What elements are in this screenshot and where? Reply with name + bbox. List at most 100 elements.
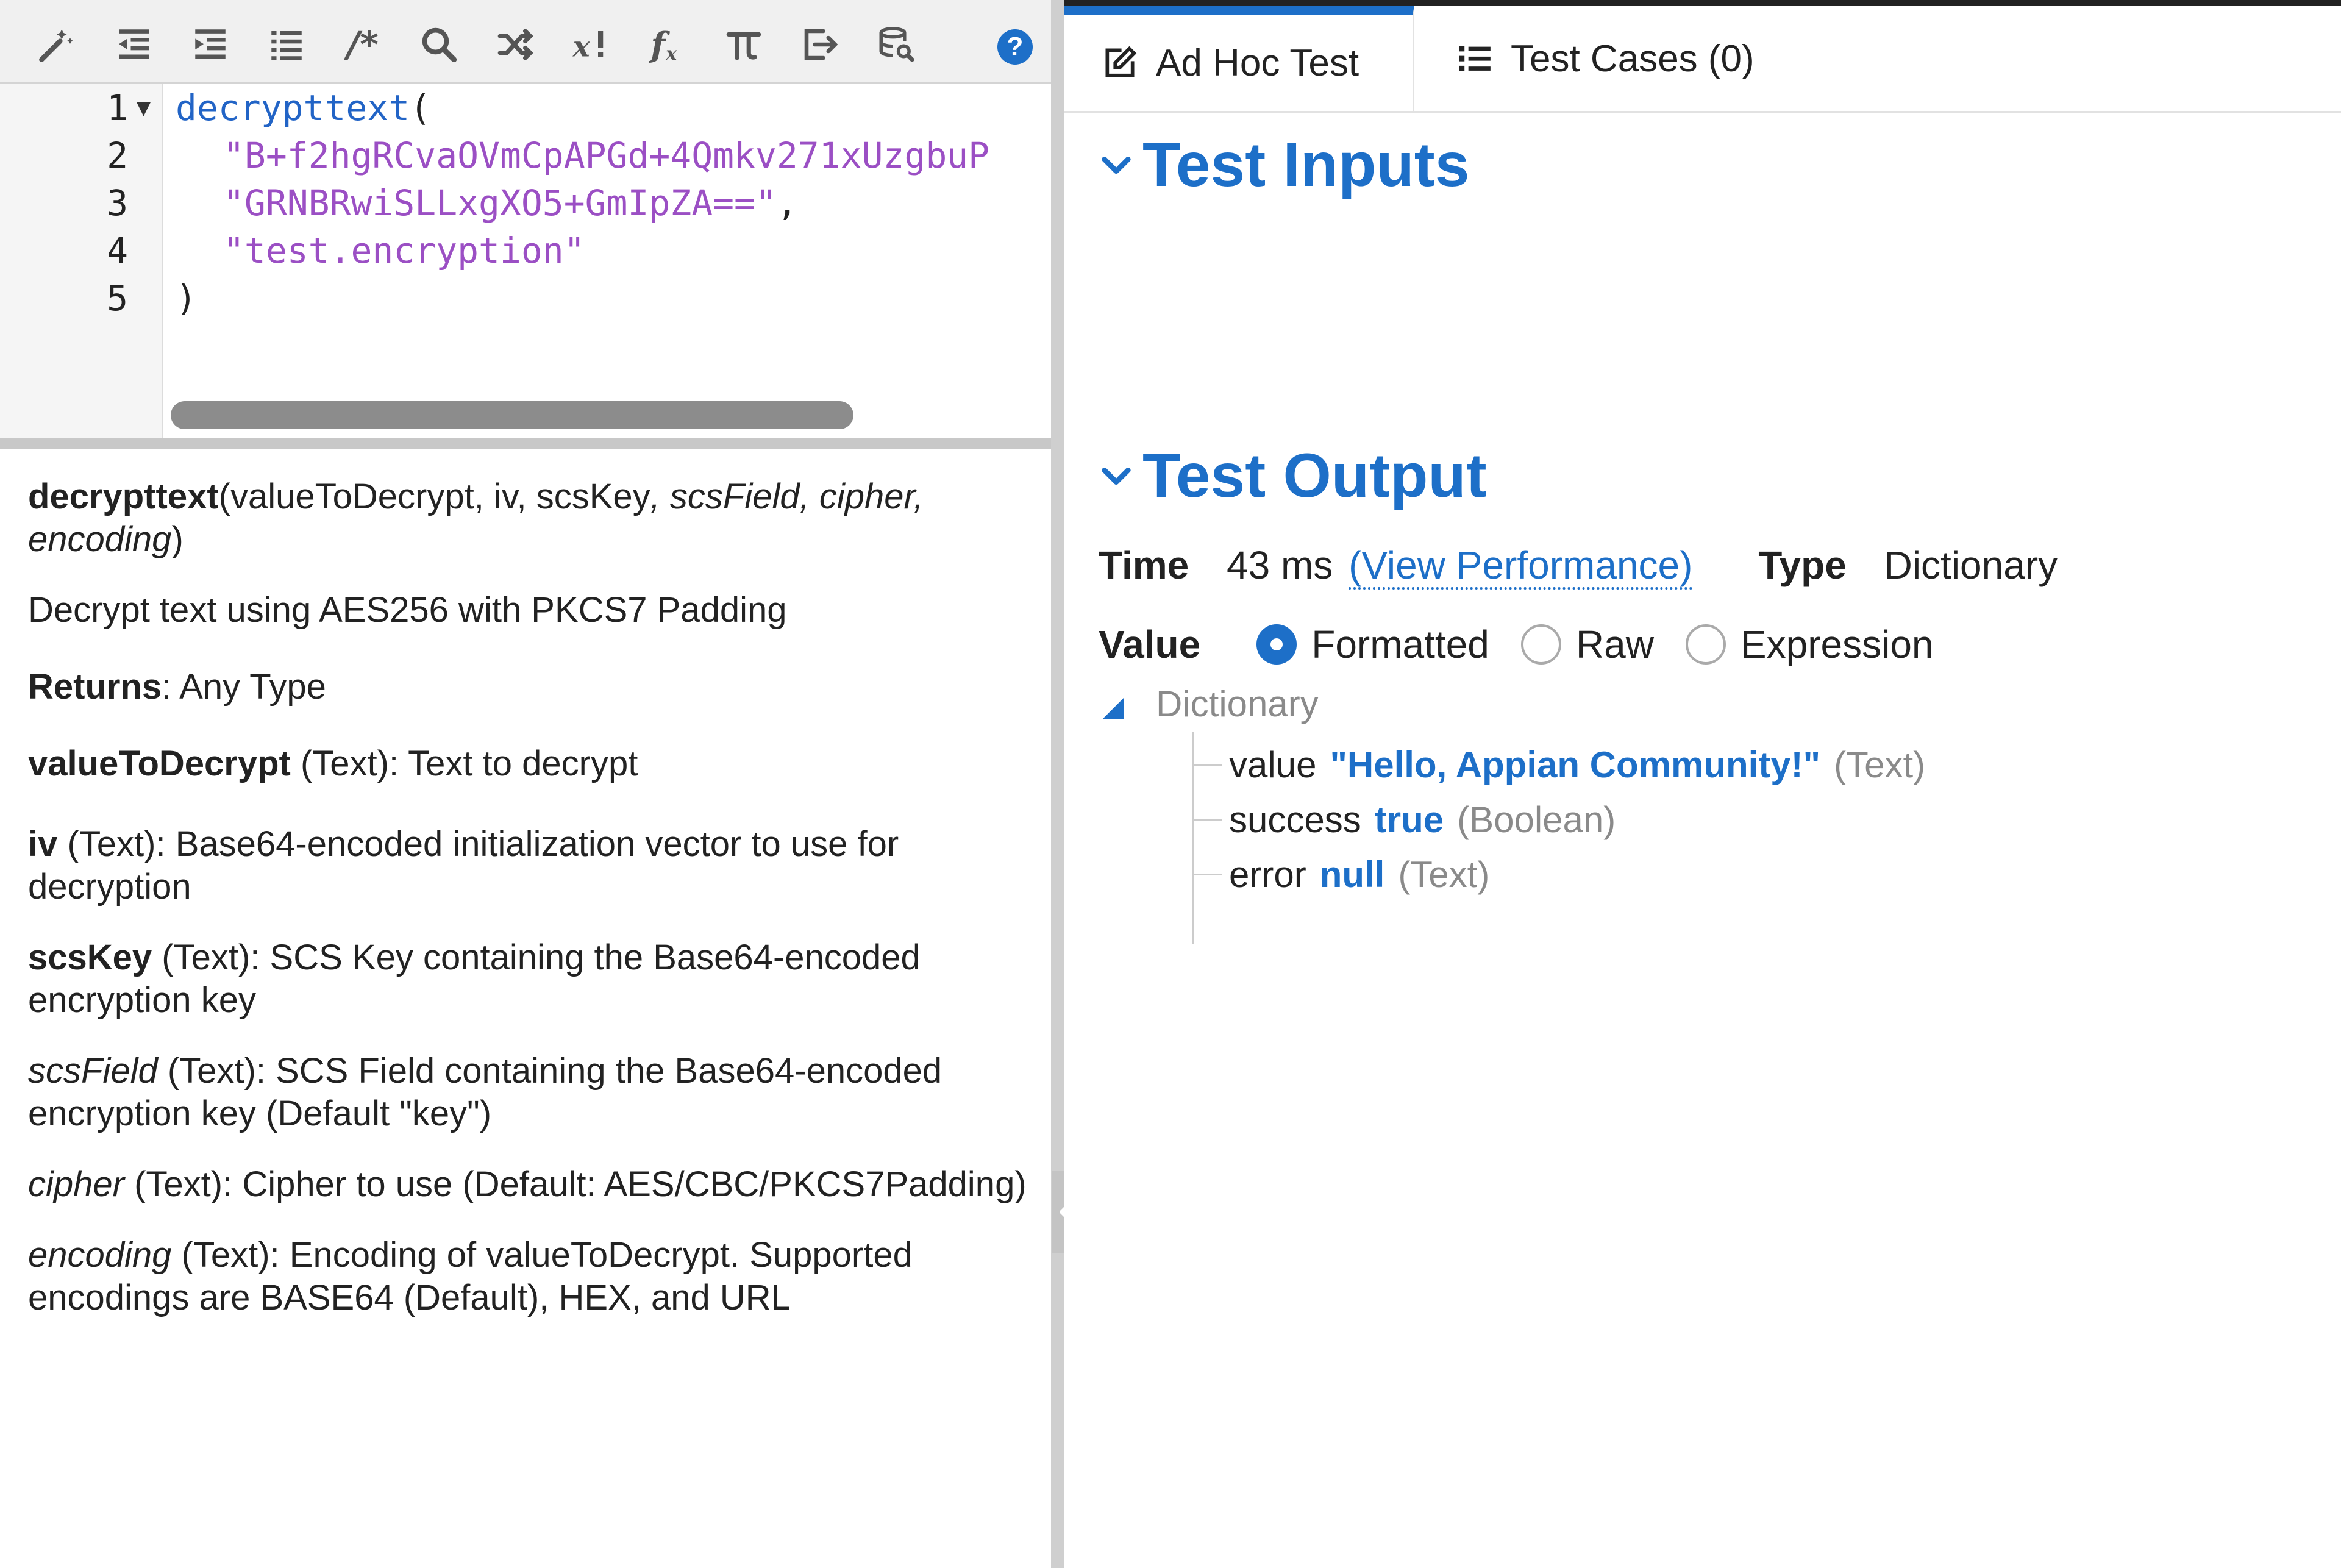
tree-value: null bbox=[1319, 854, 1385, 895]
pane-divider[interactable] bbox=[0, 438, 1051, 449]
database-search-icon[interactable] bbox=[869, 17, 924, 72]
param-name: cipher bbox=[28, 1164, 124, 1204]
tree-key: success bbox=[1229, 799, 1361, 840]
tab-test-cases[interactable]: Test Cases (0) bbox=[1455, 6, 1881, 111]
shuffle-icon[interactable] bbox=[488, 17, 543, 72]
code-editor[interactable]: 1 2 3 4 5 ▼ decrypttext( "B+f2hgRCvaOVmC… bbox=[0, 84, 1051, 438]
param-name: valueToDecrypt bbox=[28, 744, 291, 783]
vertical-splitter[interactable] bbox=[1051, 0, 1064, 1568]
tree-value: true bbox=[1374, 799, 1444, 840]
line-number: 4 bbox=[107, 230, 128, 271]
param-value-to-decrypt: valueToDecrypt (Text): Text to decrypt bbox=[28, 743, 1028, 785]
fold-arrow-icon[interactable]: ▼ bbox=[137, 98, 151, 119]
signature-required-params: (valueToDecrypt, iv, scsKey bbox=[218, 477, 650, 516]
pi-icon[interactable] bbox=[716, 17, 771, 72]
chevron-down-icon bbox=[1102, 156, 1131, 174]
param-name: scsField bbox=[28, 1051, 158, 1091]
time-value: 43 ms bbox=[1227, 543, 1333, 587]
horizontal-scrollbar[interactable] bbox=[171, 401, 853, 429]
section-title: Test Output bbox=[1142, 441, 1487, 510]
variable-icon[interactable]: x bbox=[564, 17, 619, 72]
code-string: "test.encryption" bbox=[223, 230, 585, 271]
outdent-icon[interactable] bbox=[107, 17, 162, 72]
tree-root-label: Dictionary bbox=[1156, 683, 1319, 724]
test-inputs-header[interactable]: Test Inputs bbox=[1099, 129, 1469, 201]
tree-type: (Boolean) bbox=[1457, 799, 1616, 840]
radio-formatted[interactable] bbox=[1256, 624, 1297, 665]
test-tabs: Ad Hoc Test Test Cases (0) bbox=[1064, 6, 2341, 113]
param-desc: (Text): Base64-encoded initialization ve… bbox=[28, 824, 899, 907]
export-icon[interactable] bbox=[793, 17, 847, 72]
function-returns: Returns: Any Type bbox=[28, 666, 1028, 708]
radio-raw[interactable] bbox=[1520, 624, 1561, 665]
value-mode-row: Value Formatted Raw Expression bbox=[1099, 622, 1965, 667]
search-icon[interactable] bbox=[412, 17, 466, 72]
indent-icon[interactable] bbox=[183, 17, 238, 72]
param-desc: (Text): Cipher to use (Default: AES/CBC/… bbox=[124, 1164, 1027, 1204]
type-label: Type bbox=[1758, 543, 1847, 587]
line-number: 2 bbox=[107, 135, 128, 176]
output-meta: Time 43 ms (View Performance) Type Dicti… bbox=[1099, 543, 2058, 590]
tree-value: "Hello, Appian Community!" bbox=[1330, 744, 1821, 785]
test-pane: Ad Hoc Test Test Cases (0) Test Inputs T… bbox=[1064, 0, 2341, 1568]
time-label: Time bbox=[1099, 543, 1189, 587]
list-icon bbox=[1455, 38, 1495, 79]
tree-type: (Text) bbox=[1398, 854, 1490, 895]
edit-icon bbox=[1100, 43, 1140, 83]
param-cipher: cipher (Text): Cipher to use (Default: A… bbox=[28, 1163, 1028, 1206]
tree-branch bbox=[1192, 764, 1222, 766]
param-scs-key: scsKey (Text): SCS Key containing the Ba… bbox=[28, 936, 1028, 1022]
radio-expression[interactable] bbox=[1685, 624, 1726, 665]
code-line-5: ) bbox=[176, 274, 197, 322]
param-desc: (Text): Text to decrypt bbox=[290, 744, 638, 783]
line-number: 1 bbox=[107, 87, 128, 129]
svg-text:x: x bbox=[572, 30, 591, 63]
code-line-1: decrypttext( bbox=[176, 84, 431, 132]
tab-ad-hoc-test[interactable]: Ad Hoc Test bbox=[1064, 6, 1414, 111]
signature-name: decrypttext bbox=[28, 477, 219, 516]
chevron-down-icon bbox=[1102, 467, 1131, 485]
test-output-header[interactable]: Test Output bbox=[1099, 440, 1487, 511]
line-number: 5 bbox=[107, 277, 128, 319]
tree-row: success true (Boolean) bbox=[1192, 799, 1616, 841]
param-iv: iv (Text): Base64-encoded initialization… bbox=[28, 823, 1028, 908]
expression-editor-pane: /* x fx ? 1 2 3 4 5 ▼ decrypttext("B+f2… bbox=[0, 0, 1051, 1568]
code-close-paren: ) bbox=[176, 277, 197, 319]
code-line-2: "B+f2hgRCvaOVmCpAPGd+4Qmkv271xUzgbuP bbox=[223, 132, 989, 179]
signature-close: ) bbox=[171, 519, 184, 559]
tree-row: value "Hello, Appian Community!" (Text) bbox=[1192, 744, 1925, 786]
tree-key: value bbox=[1229, 744, 1317, 785]
help-icon[interactable]: ? bbox=[997, 29, 1033, 65]
code-open-paren: ( bbox=[410, 87, 432, 129]
svg-text:x: x bbox=[665, 43, 677, 65]
code-line-4: "test.encryption" bbox=[223, 227, 585, 274]
tree-key: error bbox=[1229, 854, 1306, 895]
function-signature: decrypttext(valueToDecrypt, iv, scsKey, … bbox=[28, 476, 1028, 561]
comment-icon[interactable]: /* bbox=[335, 17, 390, 72]
function-icon[interactable]: fx bbox=[640, 17, 695, 72]
returns-label: Returns bbox=[28, 667, 162, 707]
param-encoding: encoding (Text): Encoding of valueToDecr… bbox=[28, 1234, 1028, 1319]
function-description: Decrypt text using AES256 with PKCS7 Pad… bbox=[28, 590, 787, 630]
tree-branch bbox=[1192, 874, 1222, 875]
tree-expand-icon[interactable] bbox=[1102, 697, 1124, 719]
code-line-3: "GRNBRwiSLLxgXO5+GmIpZA==", bbox=[223, 179, 798, 227]
comment-glyph: /* bbox=[347, 24, 379, 65]
param-name: scsKey bbox=[28, 938, 152, 977]
type-value: Dictionary bbox=[1884, 543, 2058, 587]
code-string: "GRNBRwiSLLxgXO5+GmIpZA==" bbox=[223, 182, 777, 224]
param-desc: (Text): SCS Key containing the Base64-en… bbox=[28, 938, 921, 1020]
magic-wand-icon[interactable] bbox=[29, 17, 84, 72]
help-glyph: ? bbox=[1007, 32, 1024, 62]
tree-type: (Text) bbox=[1834, 744, 1926, 785]
top-border bbox=[1064, 0, 2341, 6]
value-label: Value bbox=[1099, 622, 1201, 666]
section-title: Test Inputs bbox=[1142, 130, 1470, 199]
list-icon[interactable] bbox=[259, 17, 314, 72]
view-performance-link[interactable]: (View Performance) bbox=[1349, 543, 1693, 590]
code-string: "B+f2hgRCvaOVmCpAPGd+4Qmkv271xUzgbuP bbox=[223, 135, 990, 176]
param-name: encoding bbox=[28, 1235, 172, 1275]
param-scs-field: scsField (Text): SCS Field containing th… bbox=[28, 1050, 1028, 1135]
line-number: 3 bbox=[107, 182, 128, 224]
code-comma: , bbox=[776, 182, 798, 224]
